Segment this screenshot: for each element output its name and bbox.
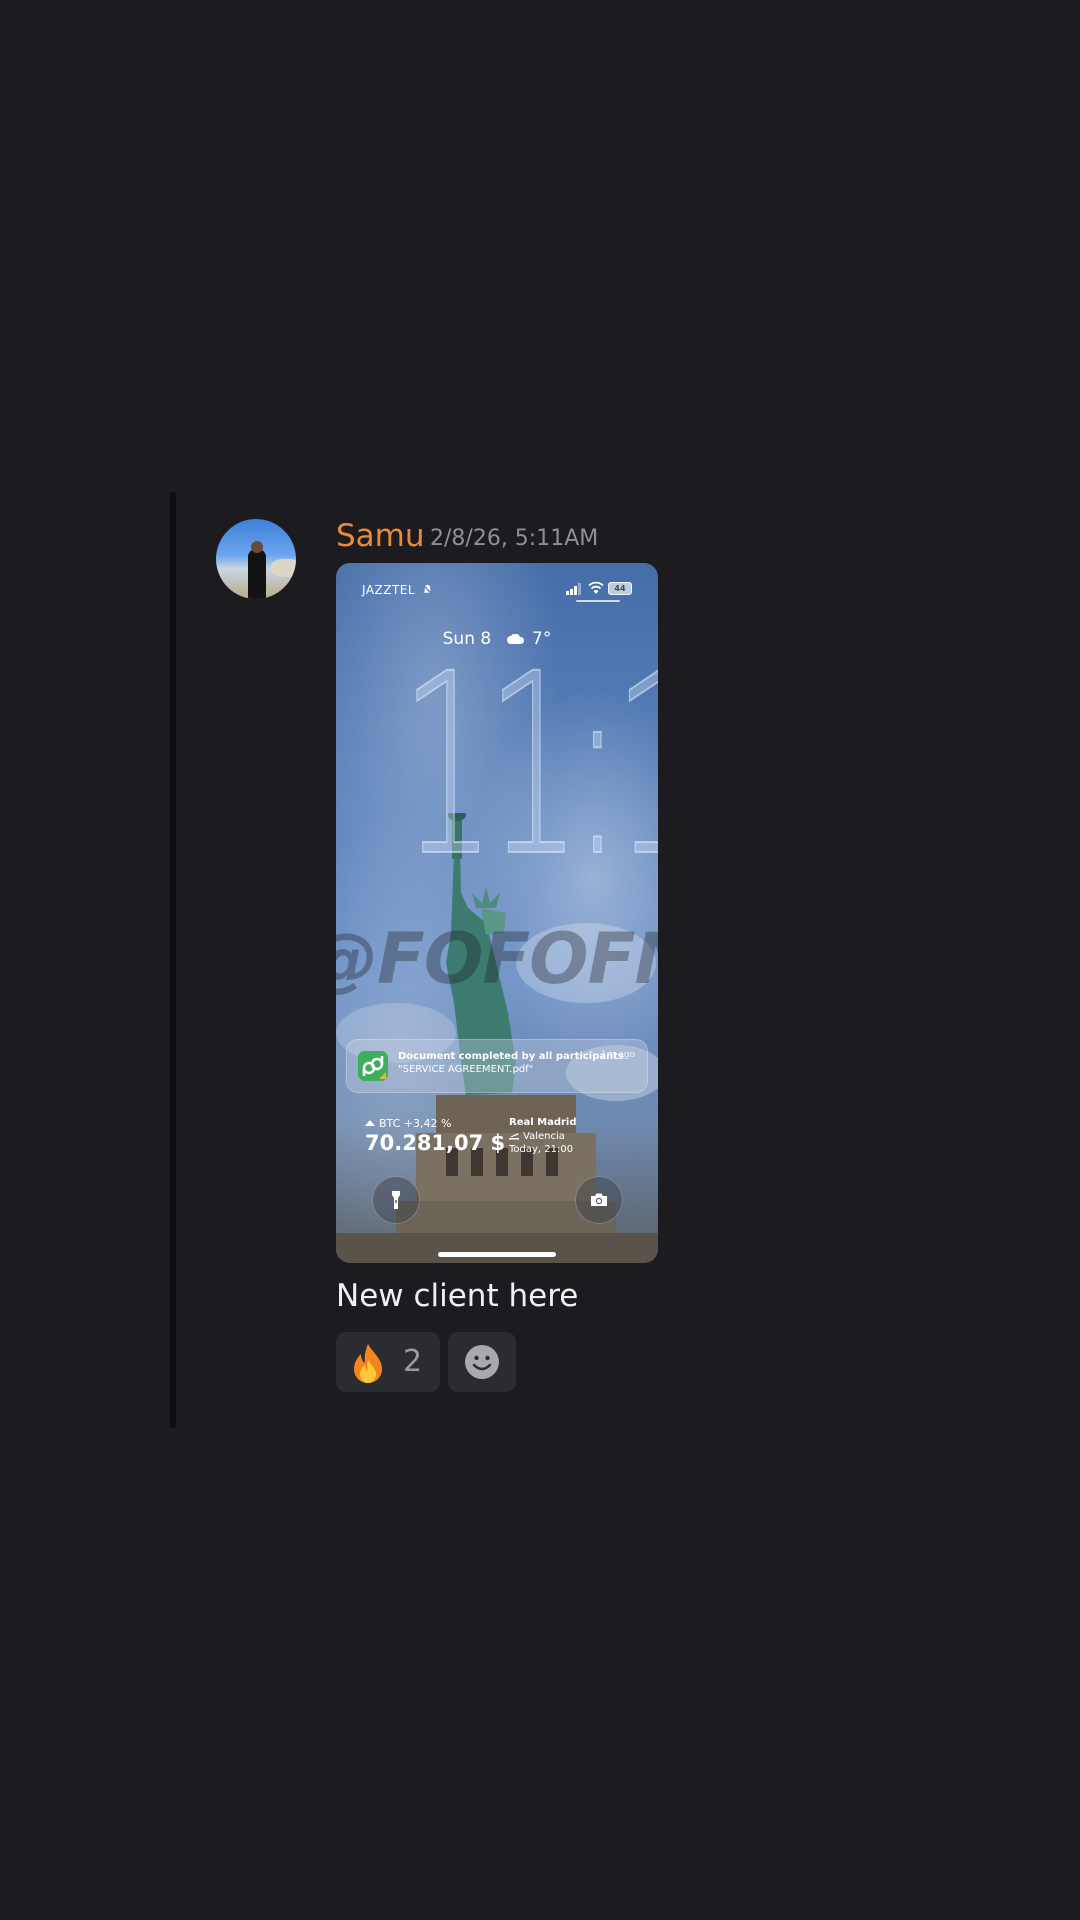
- avatar-figure: [248, 549, 266, 599]
- message-text: New client here: [336, 1278, 579, 1314]
- wifi-icon: [588, 581, 604, 594]
- pandadoc-icon: [358, 1051, 388, 1081]
- camera-button[interactable]: [575, 1176, 623, 1224]
- crypto-widget-change: BTC +3,42 %: [365, 1117, 451, 1130]
- avatar-head: [251, 541, 263, 553]
- lockscreen-temperature: 7°: [532, 629, 552, 649]
- match-opponent-label: Valencia: [523, 1131, 565, 1142]
- reaction-count: 2: [403, 1344, 423, 1379]
- flashlight-button[interactable]: [372, 1176, 420, 1224]
- silent-bell-icon: [422, 584, 433, 595]
- notification-title: Document completed by all participants: [398, 1051, 624, 1062]
- home-indicator: [438, 1252, 556, 1257]
- author-name[interactable]: Samu: [336, 518, 425, 554]
- phone-status-bar: JAZZTEL 44: [336, 563, 658, 613]
- match-widget-time: Today, 21:00: [509, 1144, 574, 1155]
- match-widget-opponent: Valencia: [509, 1131, 565, 1142]
- lockscreen-date-weather: Sun 8 7°: [336, 629, 658, 649]
- reaction-fire[interactable]: 2: [336, 1332, 440, 1392]
- avatar-background: [271, 559, 296, 577]
- chat-view: Samu 2/8/26, 5:11AM 11: JAZZTEL 44 Sun 8…: [0, 0, 1080, 1920]
- notification-time: 1m ago: [600, 1050, 635, 1060]
- lockscreen-notification[interactable]: Document completed by all participants "…: [346, 1039, 648, 1093]
- carrier-name: JAZZTEL: [362, 583, 433, 597]
- camera-icon: [591, 1193, 607, 1206]
- image-attachment[interactable]: 11:10 JAZZTEL 44: [336, 563, 658, 1263]
- avatar[interactable]: [216, 519, 296, 599]
- flashlight-icon: [392, 1191, 400, 1209]
- thread-highlight-bar: [170, 492, 176, 1428]
- notification-body: "SERVICE AGREEMENT.pdf": [398, 1064, 534, 1075]
- lockscreen-date: Sun 8: [442, 629, 492, 649]
- watermark: @FOFOFM: [308, 918, 704, 1000]
- cellular-signal-icon: [566, 583, 581, 595]
- carrier-label: JAZZTEL: [362, 583, 416, 597]
- match-widget-team: Real Madrid: [509, 1117, 577, 1128]
- up-arrow-icon: [365, 1120, 375, 1126]
- battery-icon: 44: [608, 582, 632, 595]
- add-reaction-button[interactable]: [448, 1332, 516, 1392]
- status-indicator-line: [576, 600, 620, 602]
- crypto-widget-value: 70.281,07 $: [365, 1131, 506, 1155]
- add-reaction-icon: [465, 1345, 499, 1379]
- fire-emoji-icon: [354, 1344, 382, 1383]
- cloud-icon: [506, 634, 524, 644]
- crypto-change-label: BTC +3,42 %: [379, 1117, 452, 1130]
- message-timestamp: 2/8/26, 5:11AM: [430, 526, 599, 551]
- away-match-icon: [509, 1133, 519, 1140]
- lockscreen-clock: 11:10: [400, 620, 658, 911]
